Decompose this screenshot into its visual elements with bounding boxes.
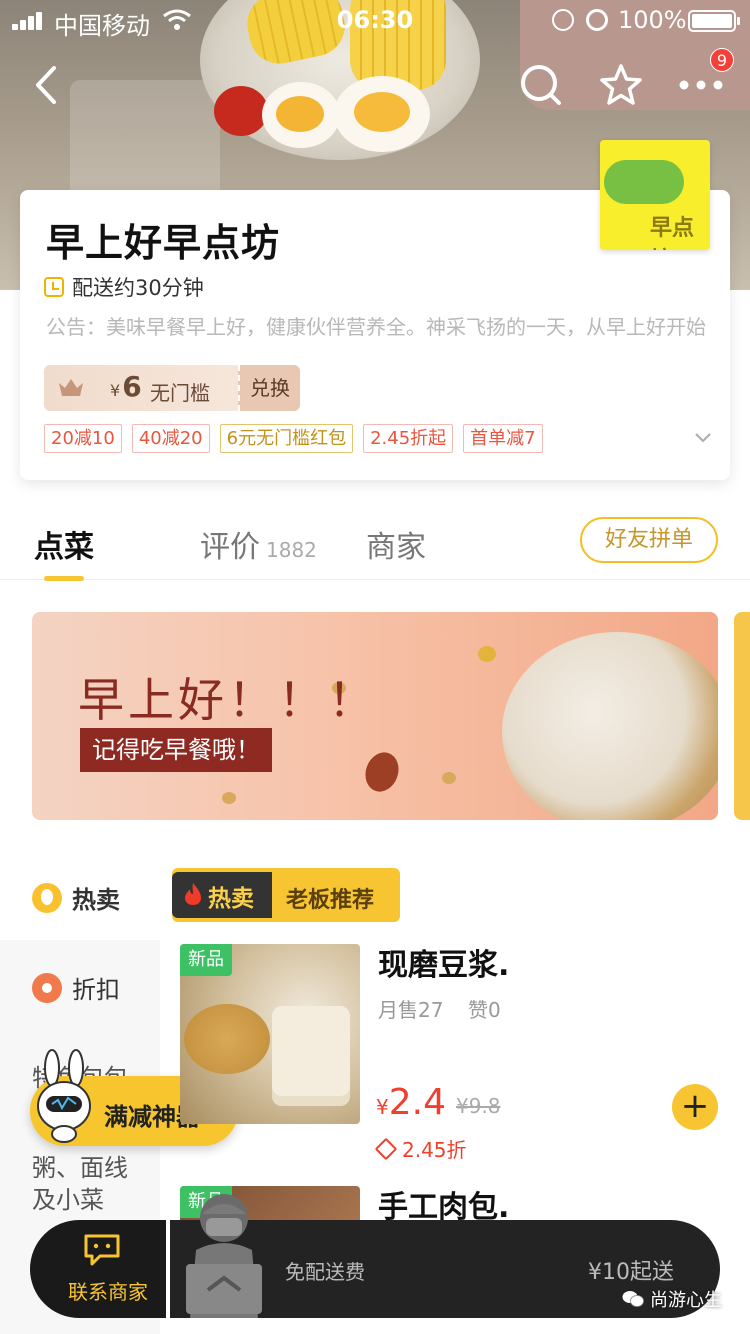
- section-hot-label: 热卖: [208, 886, 254, 912]
- battery-percent: 100%: [618, 6, 687, 34]
- delivery-time: 配送约30分钟: [44, 272, 204, 302]
- product-sales: 月售27: [378, 998, 444, 1022]
- product-price: ¥2.4: [376, 1082, 446, 1123]
- product-discount-text: 2.45折: [402, 1138, 467, 1162]
- add-to-cart-button[interactable]: +: [672, 1084, 718, 1130]
- product-likes: 赞0: [468, 998, 501, 1022]
- promo-tag: 6元无门槛红包: [219, 424, 354, 453]
- tag-icon: [374, 1137, 398, 1160]
- battery-icon: [688, 10, 740, 32]
- product-name[interactable]: 现磨豆浆.: [378, 940, 509, 984]
- star-icon[interactable]: [596, 60, 646, 110]
- message-badge: 9: [710, 48, 734, 72]
- tab-review-label: 评价: [200, 530, 260, 565]
- review-count: 1882: [266, 538, 317, 562]
- promo-tags: 20减10 40减20 6元无门槛红包 2.45折起 首单减7: [44, 424, 543, 453]
- chat-icon: [84, 1234, 120, 1266]
- category-hot-label: 热卖: [72, 886, 120, 914]
- category-discount[interactable]: 折扣: [32, 970, 120, 1005]
- promo-tag: 40减20: [131, 424, 210, 453]
- back-icon[interactable]: [24, 60, 74, 110]
- shop-logo: 早点坊: [600, 140, 710, 250]
- product-discount: 2.45折: [374, 1134, 467, 1163]
- minimum-order: ¥10起送: [588, 1260, 674, 1285]
- rabbit-robot-icon: [37, 1049, 91, 1143]
- search-icon[interactable]: [516, 60, 566, 110]
- category-discount-label: 折扣: [72, 976, 120, 1004]
- active-tab-indicator: [44, 576, 84, 581]
- alarm-icon: [586, 9, 608, 31]
- fire-icon: [185, 883, 201, 905]
- section-title: 老板推荐: [286, 888, 375, 913]
- wechat-icon: [622, 1291, 644, 1307]
- promo-tag: 20减10: [44, 424, 122, 453]
- promo-banner[interactable]: 早上好！！！ 记得吃早餐哦！: [32, 612, 718, 820]
- tab-order[interactable]: 点菜: [34, 522, 94, 566]
- discount-icon: [32, 972, 62, 1003]
- shop-name: 早上好早点坊: [46, 221, 281, 265]
- delivery-time-text: 配送约30分钟: [72, 276, 204, 300]
- tab-merchant[interactable]: 商家: [366, 522, 426, 566]
- coupon-condition: 无门槛: [150, 381, 210, 405]
- group-order-button[interactable]: 好友拼单: [580, 517, 718, 563]
- chevron-down-icon[interactable]: [694, 428, 712, 446]
- courier-icon[interactable]: [178, 1190, 270, 1322]
- contact-merchant-label: 联系商家: [68, 1280, 148, 1304]
- redeem-button[interactable]: 兑换: [238, 365, 300, 411]
- banner-title: 早上好！！！: [78, 673, 378, 727]
- next-banner-peek: [734, 612, 750, 820]
- delivery-fee: 免配送费: [285, 1260, 365, 1284]
- clock-icon: [44, 277, 64, 297]
- promo-tag: 2.45折起: [363, 424, 454, 453]
- product-original-price: ¥9.8: [456, 1094, 501, 1118]
- banner-subtitle: 记得吃早餐哦！: [80, 728, 272, 772]
- shop-notice[interactable]: 公告：美味早餐早上好，健康伙伴营养全。神采飞扬的一天，从早上好开始: [46, 311, 706, 340]
- flame-icon: [32, 882, 62, 913]
- category-porridge[interactable]: 粥、面线及小菜: [32, 1152, 132, 1216]
- crown-icon: [59, 379, 83, 396]
- rotation-lock-icon: [552, 9, 574, 31]
- shop-coupon[interactable]: ¥6 无门槛 兑换: [44, 365, 300, 411]
- watermark-text: 尚游心生: [650, 1290, 722, 1311]
- status-bar: 中国移动 06:30 100%: [0, 0, 750, 40]
- coupon-amount: ¥6: [110, 370, 142, 403]
- watermark: 尚游心生: [622, 1286, 722, 1312]
- tab-review[interactable]: 评价 1882: [200, 522, 317, 566]
- new-badge: 新品: [180, 944, 232, 976]
- promo-tag: 首单减7: [463, 424, 543, 453]
- category-hot[interactable]: 热卖: [32, 880, 120, 915]
